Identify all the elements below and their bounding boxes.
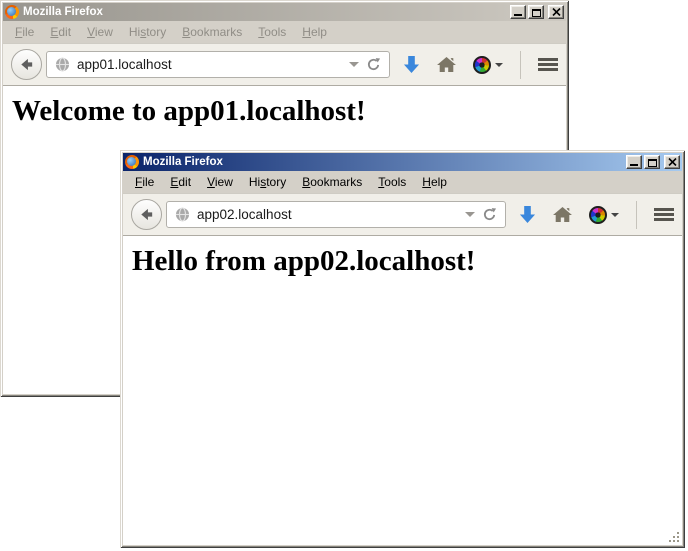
chevron-down-icon bbox=[611, 213, 619, 217]
menu-item-help[interactable]: Help bbox=[294, 22, 335, 42]
site-identity-globe-icon bbox=[55, 57, 70, 72]
menu-item-help[interactable]: Help bbox=[414, 172, 455, 192]
menu-item-history[interactable]: History bbox=[121, 22, 174, 42]
color-wheel-icon bbox=[473, 56, 491, 74]
url-text: app01.localhost bbox=[77, 57, 342, 72]
page-content: Hello from app02.localhost! bbox=[123, 236, 682, 545]
close-icon bbox=[668, 158, 677, 166]
chevron-down-icon bbox=[495, 63, 503, 67]
back-icon bbox=[18, 56, 35, 73]
resize-grip[interactable] bbox=[668, 531, 681, 544]
menu-button-hamburger-icon[interactable] bbox=[538, 58, 558, 71]
menu-item-tools[interactable]: Tools bbox=[370, 172, 414, 192]
minimize-button[interactable] bbox=[510, 5, 526, 19]
download-button[interactable] bbox=[519, 205, 536, 224]
navigation-toolbar: app01.localhost bbox=[3, 44, 566, 86]
home-button[interactable] bbox=[437, 56, 456, 73]
menubar: File Edit View History Bookmarks Tools H… bbox=[3, 21, 566, 44]
window-title: Mozilla Firefox bbox=[143, 156, 622, 168]
urlbar-dropdown-icon[interactable] bbox=[465, 212, 475, 217]
close-icon bbox=[552, 8, 561, 16]
menu-item-view[interactable]: View bbox=[199, 172, 241, 192]
minimize-icon bbox=[514, 14, 522, 16]
maximize-icon bbox=[648, 159, 657, 167]
reload-icon[interactable] bbox=[482, 207, 497, 222]
firefox-icon bbox=[5, 5, 19, 19]
back-button[interactable] bbox=[131, 199, 162, 230]
maximize-button[interactable] bbox=[528, 5, 544, 19]
menu-item-file[interactable]: File bbox=[127, 172, 162, 192]
menu-item-history[interactable]: History bbox=[241, 172, 294, 192]
menu-item-bookmarks[interactable]: Bookmarks bbox=[174, 22, 250, 42]
firefox-icon bbox=[125, 155, 139, 169]
addon-button[interactable] bbox=[589, 206, 619, 224]
menu-item-edit[interactable]: Edit bbox=[162, 172, 199, 192]
maximize-icon bbox=[532, 9, 541, 17]
url-bar[interactable]: app01.localhost bbox=[46, 51, 390, 78]
close-button[interactable] bbox=[548, 5, 564, 19]
toolbar-icons bbox=[403, 51, 558, 79]
page-heading: Hello from app02.localhost! bbox=[132, 245, 682, 278]
site-identity-globe-icon bbox=[175, 207, 190, 222]
menu-item-file[interactable]: File bbox=[7, 22, 42, 42]
menu-item-tools[interactable]: Tools bbox=[250, 22, 294, 42]
color-wheel-icon bbox=[589, 206, 607, 224]
addon-button[interactable] bbox=[473, 56, 503, 74]
home-button[interactable] bbox=[553, 206, 572, 223]
menu-item-edit[interactable]: Edit bbox=[42, 22, 79, 42]
urlbar-dropdown-icon[interactable] bbox=[349, 62, 359, 67]
toolbar-separator bbox=[636, 201, 637, 229]
back-button[interactable] bbox=[11, 49, 42, 80]
close-button[interactable] bbox=[664, 155, 680, 169]
window-title: Mozilla Firefox bbox=[23, 6, 506, 18]
toolbar-separator bbox=[520, 51, 521, 79]
maximize-button[interactable] bbox=[644, 155, 660, 169]
page-heading: Welcome to app01.localhost! bbox=[12, 95, 566, 128]
minimize-button[interactable] bbox=[626, 155, 642, 169]
reload-icon[interactable] bbox=[366, 57, 381, 72]
titlebar[interactable]: Mozilla Firefox bbox=[123, 153, 682, 171]
download-button[interactable] bbox=[403, 55, 420, 74]
menu-button-hamburger-icon[interactable] bbox=[654, 208, 674, 221]
menubar: File Edit View History Bookmarks Tools H… bbox=[123, 171, 682, 194]
menu-item-bookmarks[interactable]: Bookmarks bbox=[294, 172, 370, 192]
browser-window-app02: Mozilla Firefox File Edit View History B… bbox=[120, 150, 685, 548]
url-bar[interactable]: app02.localhost bbox=[166, 201, 506, 228]
minimize-icon bbox=[630, 164, 638, 166]
back-icon bbox=[138, 206, 155, 223]
toolbar-icons bbox=[519, 201, 674, 229]
navigation-toolbar: app02.localhost bbox=[123, 194, 682, 236]
titlebar[interactable]: Mozilla Firefox bbox=[3, 3, 566, 21]
menu-item-view[interactable]: View bbox=[79, 22, 121, 42]
url-text: app02.localhost bbox=[197, 207, 458, 222]
